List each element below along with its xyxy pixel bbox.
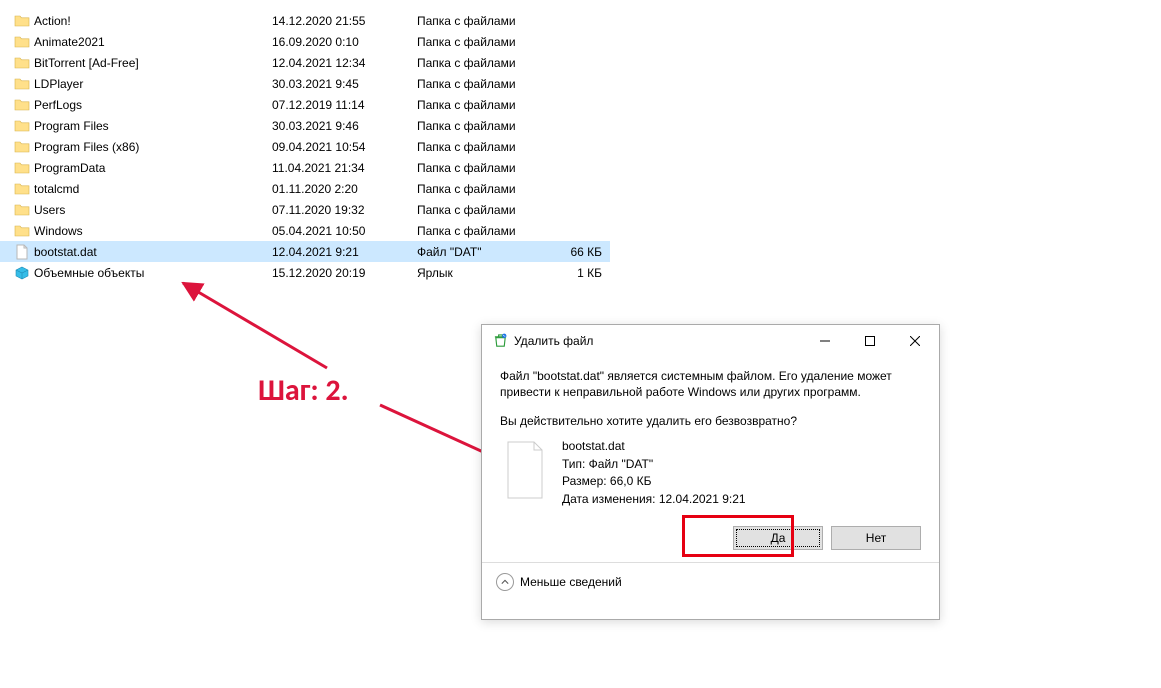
- file-row[interactable]: BitTorrent [Ad-Free]12.04.2021 12:34Папк…: [0, 52, 610, 73]
- file-type: Папка с файлами: [417, 77, 547, 91]
- file-type: Папка с файлами: [417, 119, 547, 133]
- file-row[interactable]: Program Files (x86)09.04.2021 10:54Папка…: [0, 136, 610, 157]
- folder-icon: [12, 34, 32, 50]
- file-type: Ярлык: [417, 266, 547, 280]
- dialog-detail-lines: bootstat.dat Тип: Файл "DAT" Размер: 66,…: [562, 438, 746, 508]
- file-name: ProgramData: [32, 161, 272, 175]
- folder-icon: [12, 13, 32, 29]
- file-date: 07.12.2019 11:14: [272, 98, 417, 112]
- detail-type: Тип: Файл "DAT": [562, 456, 746, 473]
- file-date: 16.09.2020 0:10: [272, 35, 417, 49]
- file-date: 12.04.2021 12:34: [272, 56, 417, 70]
- file-type: Папка с файлами: [417, 203, 547, 217]
- file-row[interactable]: PerfLogs07.12.2019 11:14Папка с файлами: [0, 94, 610, 115]
- file-name: Action!: [32, 14, 272, 28]
- file-icon: [12, 244, 32, 260]
- file-name: Объемные объекты: [32, 266, 272, 280]
- file-name: LDPlayer: [32, 77, 272, 91]
- file-date: 30.03.2021 9:46: [272, 119, 417, 133]
- file-date: 07.11.2020 19:32: [272, 203, 417, 217]
- close-button[interactable]: [892, 326, 937, 355]
- file-row[interactable]: Program Files30.03.2021 9:46Папка с файл…: [0, 115, 610, 136]
- less-details-link[interactable]: Меньше сведений: [520, 575, 622, 589]
- file-row[interactable]: totalcmd01.11.2020 2:20Папка с файлами: [0, 178, 610, 199]
- folder-icon: [12, 76, 32, 92]
- file-name: Animate2021: [32, 35, 272, 49]
- folder-icon: [12, 139, 32, 155]
- file-type: Файл "DAT": [417, 245, 547, 259]
- file-row[interactable]: Windows05.04.2021 10:50Папка с файлами: [0, 220, 610, 241]
- dialog-title: Удалить файл: [514, 334, 802, 348]
- file-type: Папка с файлами: [417, 56, 547, 70]
- folder-icon: [12, 223, 32, 239]
- file-row[interactable]: Action!14.12.2020 21:55Папка с файлами: [0, 10, 610, 31]
- file-type: Папка с файлами: [417, 224, 547, 238]
- file-name: Program Files: [32, 119, 272, 133]
- file-name: PerfLogs: [32, 98, 272, 112]
- file-row[interactable]: bootstat.dat12.04.2021 9:21Файл "DAT"66 …: [0, 241, 610, 262]
- file-row[interactable]: Animate202116.09.2020 0:10Папка с файлам…: [0, 31, 610, 52]
- file-name: Windows: [32, 224, 272, 238]
- folder-icon: [12, 118, 32, 134]
- file-date: 09.04.2021 10:54: [272, 140, 417, 154]
- file-row[interactable]: ProgramData11.04.2021 21:34Папка с файла…: [0, 157, 610, 178]
- file-size: 66 КБ: [547, 245, 602, 259]
- highlight-box-yes: [682, 515, 794, 557]
- file-list: Action!14.12.2020 21:55Папка с файламиAn…: [0, 0, 610, 283]
- delete-file-dialog: Удалить файл Файл "bootstat.dat" являетс…: [481, 324, 940, 620]
- file-name: Users: [32, 203, 272, 217]
- detail-date: Дата изменения: 12.04.2021 9:21: [562, 491, 746, 508]
- file-type: Папка с файлами: [417, 161, 547, 175]
- file-date: 01.11.2020 2:20: [272, 182, 417, 196]
- step-annotation: Шаг: 2.: [258, 372, 349, 409]
- maximize-button[interactable]: [847, 326, 892, 355]
- file-type: Папка с файлами: [417, 35, 547, 49]
- file-date: 15.12.2020 20:19: [272, 266, 417, 280]
- file-icon: [500, 438, 550, 502]
- file-row[interactable]: Объемные объекты15.12.2020 20:19Ярлык1 К…: [0, 262, 610, 283]
- folder-icon: [12, 97, 32, 113]
- dialog-warning-text: Файл "bootstat.dat" является системным ф…: [500, 368, 921, 400]
- detail-filename: bootstat.dat: [562, 438, 746, 455]
- file-date: 14.12.2020 21:55: [272, 14, 417, 28]
- file-type: Папка с файлами: [417, 14, 547, 28]
- dialog-footer: Меньше сведений: [482, 562, 939, 601]
- detail-size: Размер: 66,0 КБ: [562, 473, 746, 490]
- recycle-bin-icon: [492, 333, 508, 349]
- file-name: Program Files (x86): [32, 140, 272, 154]
- folder-icon: [12, 55, 32, 71]
- file-name: BitTorrent [Ad-Free]: [32, 56, 272, 70]
- file-row[interactable]: Users07.11.2020 19:32Папка с файлами: [0, 199, 610, 220]
- file-name: totalcmd: [32, 182, 272, 196]
- file-date: 30.03.2021 9:45: [272, 77, 417, 91]
- dialog-detail-block: bootstat.dat Тип: Файл "DAT" Размер: 66,…: [500, 438, 921, 508]
- dialog-titlebar[interactable]: Удалить файл: [482, 325, 939, 356]
- file-date: 11.04.2021 21:34: [272, 161, 417, 175]
- folder-icon: [12, 202, 32, 218]
- file-type: Папка с файлами: [417, 140, 547, 154]
- file-name: bootstat.dat: [32, 245, 272, 259]
- dialog-confirm-text: Вы действительно хотите удалить его безв…: [500, 414, 921, 428]
- file-date: 12.04.2021 9:21: [272, 245, 417, 259]
- 3dobjects-icon: [12, 265, 32, 281]
- file-row[interactable]: LDPlayer30.03.2021 9:45Папка с файлами: [0, 73, 610, 94]
- minimize-button[interactable]: [802, 326, 847, 355]
- file-type: Папка с файлами: [417, 182, 547, 196]
- folder-icon: [12, 181, 32, 197]
- folder-icon: [12, 160, 32, 176]
- dialog-body: Файл "bootstat.dat" является системным ф…: [482, 356, 939, 508]
- file-date: 05.04.2021 10:50: [272, 224, 417, 238]
- chevron-up-icon[interactable]: [496, 573, 514, 591]
- no-button[interactable]: Нет: [831, 526, 921, 550]
- file-size: 1 КБ: [547, 266, 602, 280]
- file-type: Папка с файлами: [417, 98, 547, 112]
